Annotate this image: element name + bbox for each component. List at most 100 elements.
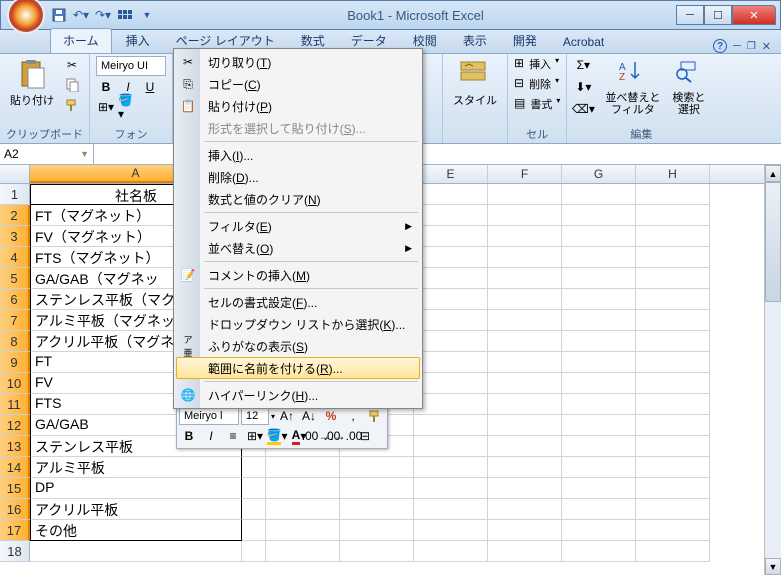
vertical-scrollbar[interactable]: ▲ ▼ <box>764 165 781 575</box>
row-header[interactable]: 4 <box>0 247 30 268</box>
menu-item[interactable]: 形式を選択して貼り付け(S)... <box>176 117 420 139</box>
cell[interactable] <box>488 310 562 331</box>
insert-cells-button[interactable]: ⊞挿入▾ <box>514 56 560 72</box>
menu-item[interactable]: 並べ替え(O)▶ <box>176 237 420 259</box>
cell[interactable] <box>636 373 710 394</box>
cell[interactable] <box>636 436 710 457</box>
cell[interactable]: アクリル平板 <box>30 499 242 520</box>
scroll-thumb[interactable] <box>765 182 781 302</box>
row-header[interactable]: 9 <box>0 352 30 373</box>
cell[interactable] <box>636 331 710 352</box>
cell[interactable] <box>414 499 488 520</box>
mini-comma-button[interactable]: , <box>343 407 363 425</box>
row-header[interactable]: 12 <box>0 415 30 436</box>
cell[interactable] <box>562 373 636 394</box>
sort-filter-button[interactable]: AZ 並べ替えと フィルタ <box>601 56 664 118</box>
cell[interactable] <box>488 331 562 352</box>
delete-cells-button[interactable]: ⊟削除▾ <box>514 76 560 92</box>
row-header[interactable]: 18 <box>0 541 30 562</box>
cell[interactable] <box>414 205 488 226</box>
mini-fill-color-button[interactable]: 🪣▾ <box>267 427 287 445</box>
cell[interactable] <box>488 373 562 394</box>
cell[interactable] <box>636 499 710 520</box>
row-header[interactable]: 17 <box>0 520 30 541</box>
qat-dropdown-icon[interactable]: ▼ <box>139 7 155 23</box>
menu-item[interactable]: 削除(D)... <box>176 166 420 188</box>
cell[interactable] <box>340 499 414 520</box>
cell[interactable] <box>562 478 636 499</box>
cell[interactable] <box>266 457 340 478</box>
cell[interactable] <box>636 541 710 562</box>
row-header[interactable]: 16 <box>0 499 30 520</box>
cell[interactable] <box>414 310 488 331</box>
mini-center-button[interactable]: ≡ <box>223 427 243 445</box>
fill-color-button[interactable]: 🪣▾ <box>118 98 138 116</box>
cell[interactable] <box>488 478 562 499</box>
cell[interactable] <box>414 184 488 205</box>
menu-item[interactable]: 範囲に名前を付ける(R)... <box>176 357 420 379</box>
cell[interactable] <box>340 520 414 541</box>
grow-font-button[interactable]: A↑ <box>277 407 297 425</box>
cell[interactable] <box>414 268 488 289</box>
cell[interactable] <box>242 478 266 499</box>
shrink-font-button[interactable]: A↓ <box>299 407 319 425</box>
menu-item[interactable]: 🌐ハイパーリンク(H)... <box>176 384 420 406</box>
cell[interactable] <box>636 247 710 268</box>
mini-increase-decimal-button[interactable]: .0→.00 <box>333 427 353 445</box>
cell[interactable] <box>488 352 562 373</box>
row-header[interactable]: 11 <box>0 394 30 415</box>
cell[interactable] <box>414 520 488 541</box>
cell[interactable] <box>266 478 340 499</box>
menu-item[interactable]: 数式と値のクリア(N) <box>176 188 420 210</box>
cell[interactable] <box>266 541 340 562</box>
row-header[interactable]: 15 <box>0 478 30 499</box>
minimize-button[interactable]: ─ <box>676 5 704 25</box>
cell[interactable] <box>414 331 488 352</box>
cell[interactable] <box>636 226 710 247</box>
tab-acrobat[interactable]: Acrobat <box>551 32 616 53</box>
cell[interactable] <box>488 457 562 478</box>
row-header[interactable]: 7 <box>0 310 30 331</box>
scroll-down-button[interactable]: ▼ <box>765 558 781 575</box>
name-box[interactable]: A2 ▼ <box>0 144 94 164</box>
cell[interactable] <box>488 415 562 436</box>
select-all-corner[interactable] <box>0 165 30 183</box>
restore-window-icon[interactable]: ❐ <box>747 41 756 52</box>
menu-item[interactable]: セルの書式設定(F)... <box>176 291 420 313</box>
row-header[interactable]: 6 <box>0 289 30 310</box>
cell[interactable] <box>562 205 636 226</box>
office-button[interactable] <box>7 0 45 34</box>
row-header[interactable]: 1 <box>0 184 30 205</box>
format-cells-button[interactable]: ▤書式▾ <box>514 96 560 112</box>
row-header[interactable]: 3 <box>0 226 30 247</box>
menu-item[interactable]: ア亜ふりがなの表示(S) <box>176 335 420 357</box>
column-header-H[interactable]: H <box>636 165 710 183</box>
cell[interactable] <box>562 520 636 541</box>
cell[interactable] <box>636 205 710 226</box>
cell[interactable] <box>414 226 488 247</box>
mini-size-dropdown[interactable]: ▾ <box>271 412 275 421</box>
cell[interactable] <box>562 331 636 352</box>
cell[interactable] <box>242 499 266 520</box>
cell[interactable] <box>562 541 636 562</box>
close-workbook-icon[interactable]: ✕ <box>762 40 771 53</box>
minimize-ribbon-icon[interactable]: ─ <box>733 40 741 52</box>
cell[interactable] <box>636 310 710 331</box>
mini-border-button[interactable]: ⊞▾ <box>245 427 265 445</box>
cell[interactable] <box>562 499 636 520</box>
cell[interactable] <box>488 499 562 520</box>
copy-icon[interactable] <box>62 76 82 94</box>
cell[interactable] <box>562 289 636 310</box>
cell[interactable] <box>30 541 242 562</box>
bold-button[interactable]: B <box>96 78 116 96</box>
cell[interactable] <box>414 415 488 436</box>
cut-icon[interactable]: ✂ <box>62 56 82 74</box>
autosum-button[interactable]: Σ▾ <box>573 56 593 74</box>
tab-insert[interactable]: 挿入 <box>114 29 162 53</box>
cell[interactable] <box>488 394 562 415</box>
menu-item[interactable]: 📋貼り付け(P) <box>176 95 420 117</box>
cell[interactable] <box>562 184 636 205</box>
cell[interactable] <box>562 394 636 415</box>
cell[interactable] <box>414 289 488 310</box>
cell[interactable] <box>414 457 488 478</box>
